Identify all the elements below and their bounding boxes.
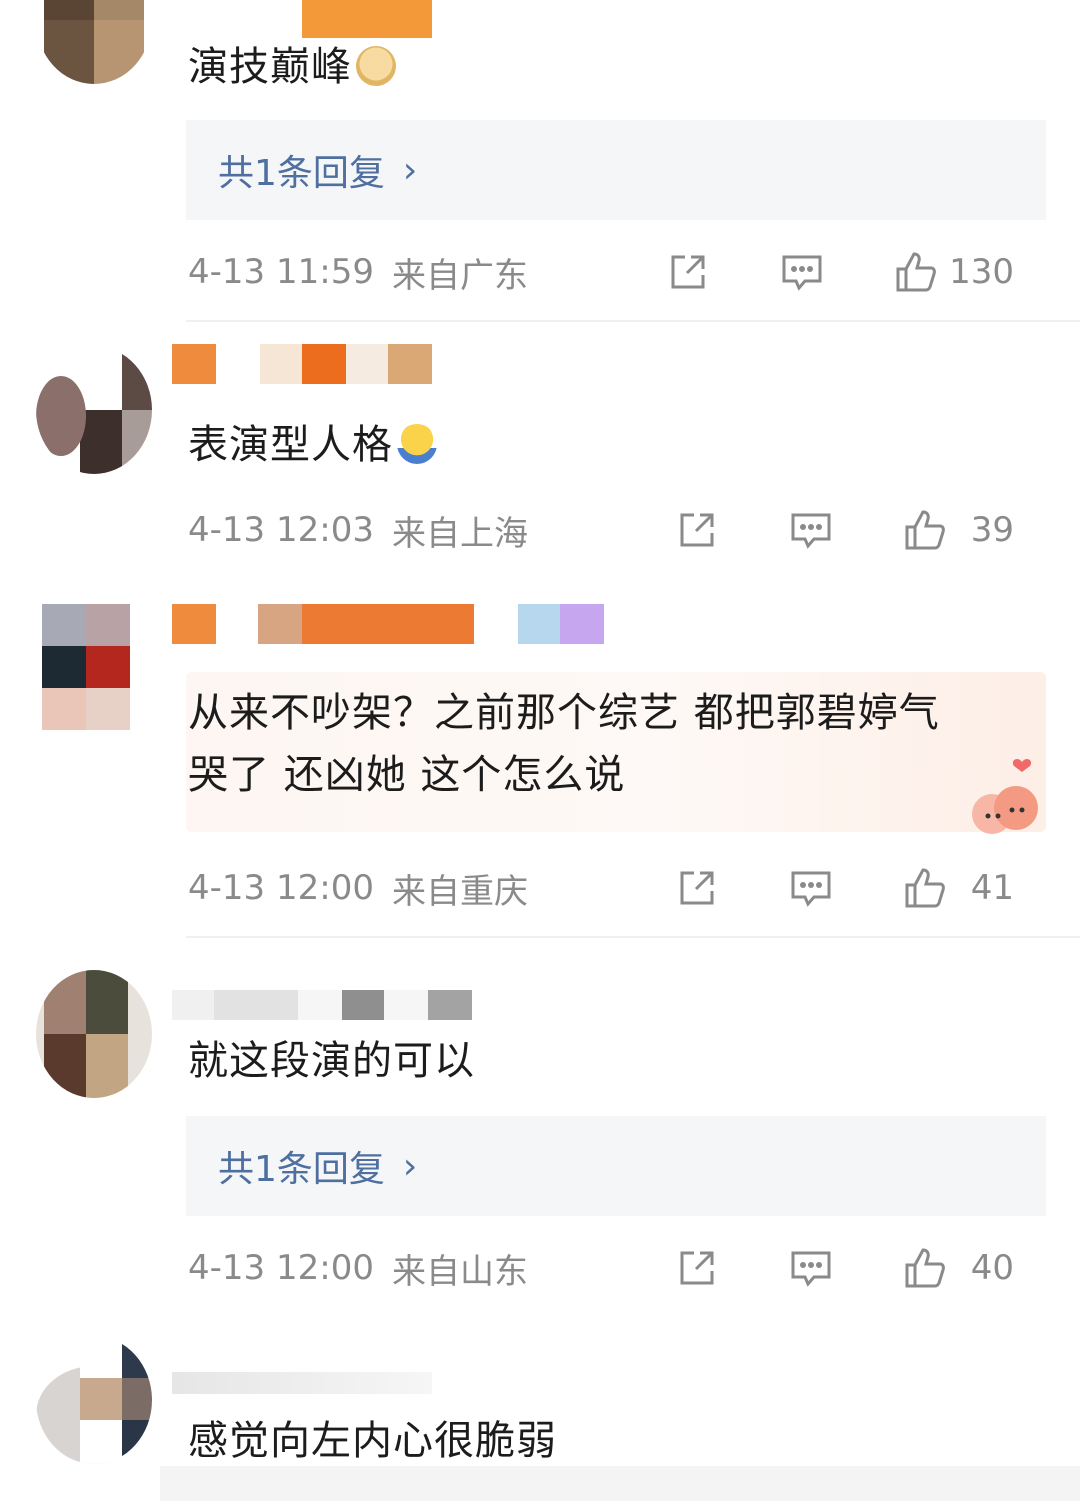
comment-location: 来自上海 <box>391 513 528 554</box>
share-icon[interactable] <box>674 507 720 553</box>
comment-text: 表演型人格 <box>188 414 437 476</box>
share-icon[interactable] <box>674 865 720 911</box>
comment-time: 4-13 12:00 <box>188 868 374 908</box>
comment-text: 就这段演的可以 <box>188 1038 475 1084</box>
share-icon[interactable] <box>665 249 711 295</box>
share-icon[interactable] <box>674 1245 720 1291</box>
hugging-emoji-icon <box>397 424 437 464</box>
comment-meta: 4-13 11:59 来自广东 130 <box>188 242 1048 302</box>
comment-icon[interactable] <box>788 865 834 911</box>
like-count: 41 <box>970 868 1014 908</box>
comment-icon[interactable] <box>788 1245 834 1291</box>
username-redacted[interactable] <box>172 604 612 644</box>
comment-time: 4-13 12:03 <box>188 510 374 550</box>
like-count: 39 <box>970 510 1014 550</box>
username-redacted[interactable] <box>172 990 612 1020</box>
comment-text: 演技巅峰 <box>188 36 396 98</box>
comment-location: 来自山东 <box>391 1251 528 1292</box>
reply-count-link[interactable]: 共1条回复 › <box>186 120 1046 220</box>
avatar[interactable] <box>36 0 152 84</box>
comment-meta: 4-13 12:00 来自山东 40 <box>188 1238 1048 1298</box>
avatar[interactable] <box>36 970 152 1098</box>
like-count: 40 <box>970 1248 1014 1288</box>
username-redacted[interactable] <box>172 1372 612 1394</box>
divider <box>186 936 1080 938</box>
avatar[interactable] <box>36 1336 152 1464</box>
comment-time: 4-13 11:59 <box>188 252 374 292</box>
thumbs-up-icon[interactable] <box>902 865 948 911</box>
username-redacted[interactable] <box>172 344 612 384</box>
bottom-divider <box>160 1466 1080 1501</box>
comment-location: 来自重庆 <box>391 871 528 912</box>
comment-icon[interactable] <box>788 507 834 553</box>
thumbs-up-icon[interactable] <box>893 249 939 295</box>
redacted-block <box>302 0 432 38</box>
comment-text: 感觉向左内心很脆弱 <box>188 1418 557 1464</box>
comment-icon[interactable] <box>779 249 825 295</box>
chevron-right-icon: › <box>402 1145 418 1187</box>
comment-meta: 4-13 12:03 来自上海 39 <box>188 500 1048 560</box>
chevron-right-icon: › <box>402 149 418 191</box>
like-count: 130 <box>949 252 1014 292</box>
avatar[interactable] <box>36 604 152 732</box>
comment-time: 4-13 12:00 <box>188 1248 374 1288</box>
thumbs-up-icon[interactable] <box>902 1245 948 1291</box>
doge-emoji-icon <box>356 46 396 86</box>
reply-count-link[interactable]: 共1条回复 › <box>186 1116 1046 1216</box>
avatar[interactable] <box>36 346 152 474</box>
thumbs-up-icon[interactable] <box>902 507 948 553</box>
divider <box>186 320 1080 322</box>
comment-text: 从来不吵架？之前那个综艺 都把郭碧婷气 哭了 还凶她 这个怎么说 <box>188 690 940 798</box>
comment-meta: 4-13 12:00 来自重庆 41 <box>188 858 1048 918</box>
comment-location: 来自广东 <box>391 255 528 296</box>
couple-hearts-sticker-icon <box>972 759 1038 834</box>
